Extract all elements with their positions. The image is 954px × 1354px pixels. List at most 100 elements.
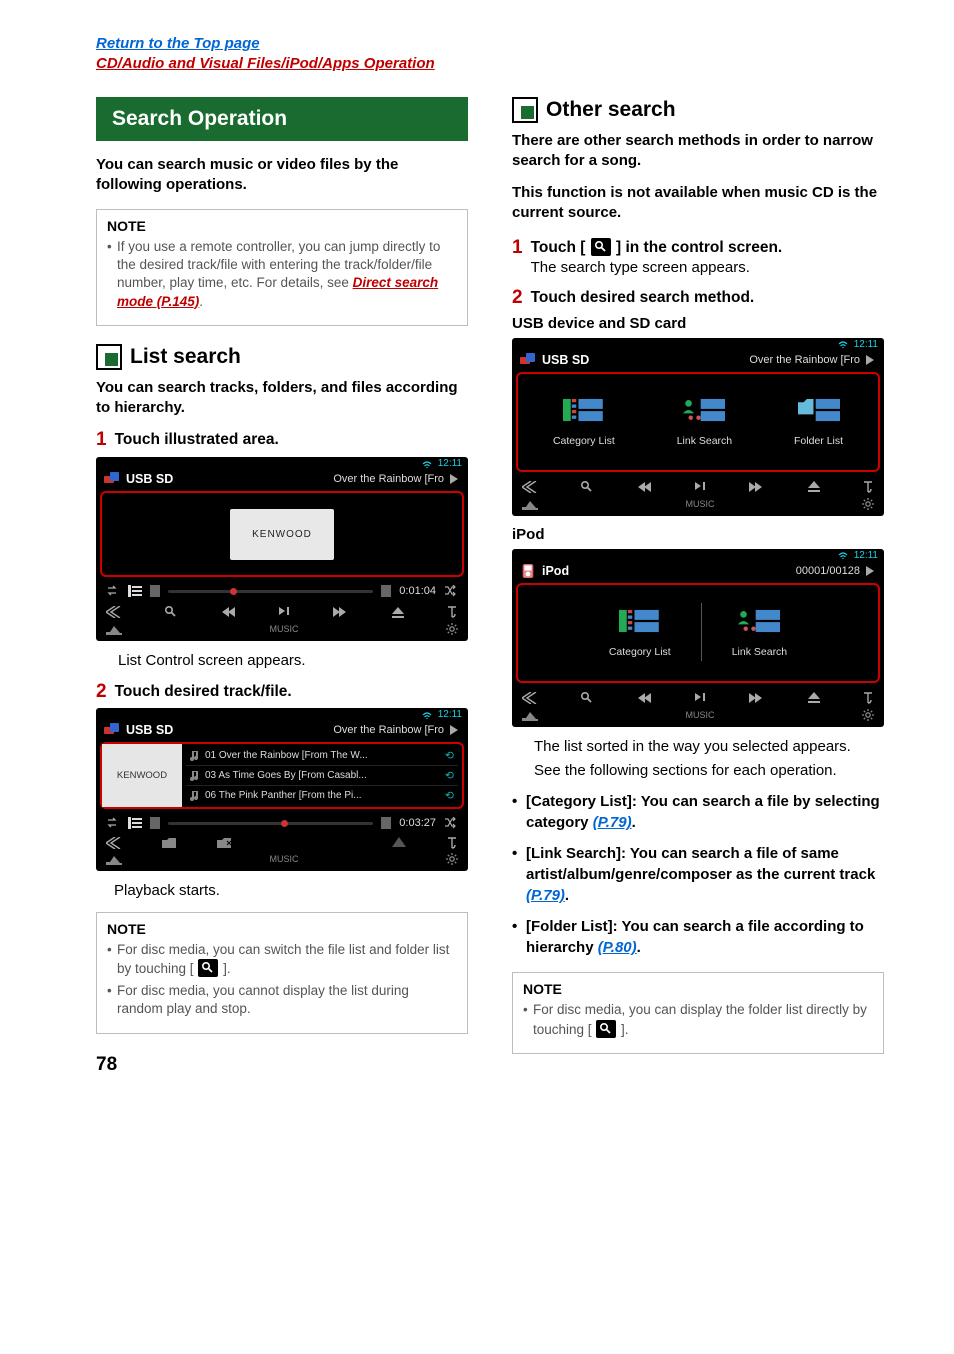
bullet-item: [Folder List]: You can search a file acc… bbox=[512, 916, 884, 958]
repeat-one-icon: ⟲ bbox=[445, 769, 454, 782]
track-row: 03 As Time Goes By [From Casabl...⟲ bbox=[186, 766, 458, 786]
page-ref-link[interactable]: (P.79) bbox=[593, 814, 632, 831]
subsection-other-search: Other search bbox=[512, 97, 884, 123]
caption-usb-sd: USB device and SD card bbox=[512, 315, 884, 332]
music-note-icon bbox=[190, 750, 199, 761]
track-row: 01 Over the Rainbow [From The W...⟲ bbox=[186, 746, 458, 766]
play-icon bbox=[866, 566, 876, 576]
gear-icon bbox=[862, 709, 874, 721]
link-search-option: Link Search bbox=[677, 395, 732, 447]
note-item: For disc media, you can display the fold… bbox=[523, 1001, 873, 1038]
category-list-option: Category List bbox=[609, 606, 671, 658]
note-title: NOTE bbox=[523, 981, 873, 997]
note-title: NOTE bbox=[107, 218, 457, 234]
source-usb-sd-icon bbox=[104, 723, 120, 737]
shuffle-icon bbox=[444, 817, 458, 829]
result-text-2: Playback starts. bbox=[96, 881, 468, 901]
screenshot-usb-categories: 12:11 USB SD Over the Rainbow [Fro Categ… bbox=[512, 338, 884, 516]
prev-track-icon bbox=[637, 693, 653, 703]
link-search-icon bbox=[683, 395, 725, 425]
category-list-option: Category List bbox=[553, 395, 615, 447]
folder-list-icon bbox=[798, 395, 840, 425]
note-item: For disc media, you can switch the file … bbox=[107, 941, 457, 978]
link-search-option: Link Search bbox=[732, 606, 787, 658]
t-icon bbox=[446, 837, 458, 849]
wifi-icon bbox=[838, 340, 848, 348]
screenshot-list-area: 12:11 USB SD Over the Rainbow [Fro KENWO… bbox=[96, 457, 468, 641]
search-icon bbox=[596, 1020, 616, 1038]
gear-icon bbox=[862, 498, 874, 510]
eject-icon bbox=[392, 607, 404, 618]
link-search-icon bbox=[738, 606, 780, 636]
note-item: For disc media, you cannot display the l… bbox=[107, 982, 457, 1018]
track-list: 01 Over the Rainbow [From The W...⟲ 03 A… bbox=[182, 744, 462, 807]
list-icon bbox=[128, 817, 142, 829]
t-icon bbox=[862, 481, 874, 493]
bullet-item: [Link Search]: You can search a file of … bbox=[512, 843, 884, 906]
home-icon bbox=[522, 709, 538, 721]
next-track-icon bbox=[333, 607, 349, 617]
gear-icon bbox=[446, 853, 458, 865]
prev-track-icon bbox=[221, 607, 237, 617]
repeat-one-icon: ⟲ bbox=[445, 789, 454, 802]
wifi-icon bbox=[422, 460, 432, 468]
t-icon bbox=[446, 606, 458, 618]
right-column: Other search There are other search meth… bbox=[512, 97, 884, 1072]
search-icon bbox=[580, 480, 594, 494]
search-icon bbox=[580, 691, 594, 705]
section-square-icon bbox=[96, 344, 122, 370]
home-icon bbox=[522, 498, 538, 510]
step-2-right: 2 Touch desired search method. bbox=[512, 288, 884, 309]
note-box-1: NOTE If you use a remote controller, you… bbox=[96, 209, 468, 326]
play-icon bbox=[450, 474, 460, 484]
home-icon bbox=[106, 623, 122, 635]
source-usb-sd-icon bbox=[104, 472, 120, 486]
wifi-icon bbox=[422, 711, 432, 719]
list-icon bbox=[128, 585, 142, 597]
folder-down-icon bbox=[217, 837, 233, 849]
other-search-intro-1: There are other search methods in order … bbox=[512, 131, 884, 172]
album-art-placeholder: KENWOOD bbox=[230, 509, 334, 560]
back-icon bbox=[106, 606, 122, 618]
prev-track-icon bbox=[637, 482, 653, 492]
search-icon bbox=[591, 238, 611, 256]
back-icon bbox=[522, 692, 538, 704]
vertical-divider bbox=[701, 603, 702, 661]
folder-up-icon bbox=[162, 837, 178, 849]
subsection-list-search: List search bbox=[96, 344, 468, 370]
result-text-right-1: The list sorted in the way you selected … bbox=[512, 737, 884, 757]
search-icon bbox=[198, 959, 218, 977]
music-note-icon bbox=[190, 790, 199, 801]
breadcrumb-link[interactable]: CD/Audio and Visual Files/iPod/Apps Oper… bbox=[96, 55, 435, 72]
source-ipod-icon bbox=[520, 564, 536, 578]
back-icon bbox=[106, 837, 122, 849]
scroll-up-icon bbox=[392, 837, 406, 849]
category-list-icon bbox=[619, 606, 661, 636]
step-2: 2 Touch desired track/file. bbox=[96, 682, 468, 703]
screenshot-track-list: 12:11 USB SD Over the Rainbow [Fro KENWO… bbox=[96, 708, 468, 871]
note-item: If you use a remote controller, you can … bbox=[107, 238, 457, 311]
wifi-icon bbox=[838, 551, 848, 559]
progress-bar: .bar[style*="--p"]::after{left:55%} bbox=[168, 822, 373, 825]
left-column: Search Operation You can search music or… bbox=[96, 97, 468, 1072]
home-icon bbox=[106, 853, 122, 865]
repeat-icon bbox=[106, 585, 120, 597]
return-top-link[interactable]: Return to the Top page bbox=[96, 35, 260, 52]
note-box-2: NOTE For disc media, you can switch the … bbox=[96, 912, 468, 1034]
intro-text: You can search music or video files by t… bbox=[96, 155, 468, 196]
gear-icon bbox=[446, 623, 458, 635]
marker-b-icon bbox=[381, 817, 391, 829]
screenshot-ipod-categories: 12:11 iPod 00001/00128 Category List bbox=[512, 549, 884, 727]
list-search-intro: You can search tracks, folders, and file… bbox=[96, 378, 468, 419]
eject-icon bbox=[808, 692, 820, 703]
category-list-icon bbox=[563, 395, 605, 425]
note-title: NOTE bbox=[107, 921, 457, 937]
result-text-right-2: See the following sections for each oper… bbox=[512, 761, 884, 781]
next-track-icon bbox=[749, 693, 765, 703]
progress-bar bbox=[168, 590, 373, 593]
eject-icon bbox=[808, 481, 820, 492]
page-ref-link[interactable]: (P.79) bbox=[526, 887, 565, 904]
page-ref-link[interactable]: (P.80) bbox=[598, 939, 637, 956]
step-1-right: 1 Touch [ ] in the control screen. The s… bbox=[512, 238, 884, 278]
page-number: 78 bbox=[96, 1054, 117, 1076]
